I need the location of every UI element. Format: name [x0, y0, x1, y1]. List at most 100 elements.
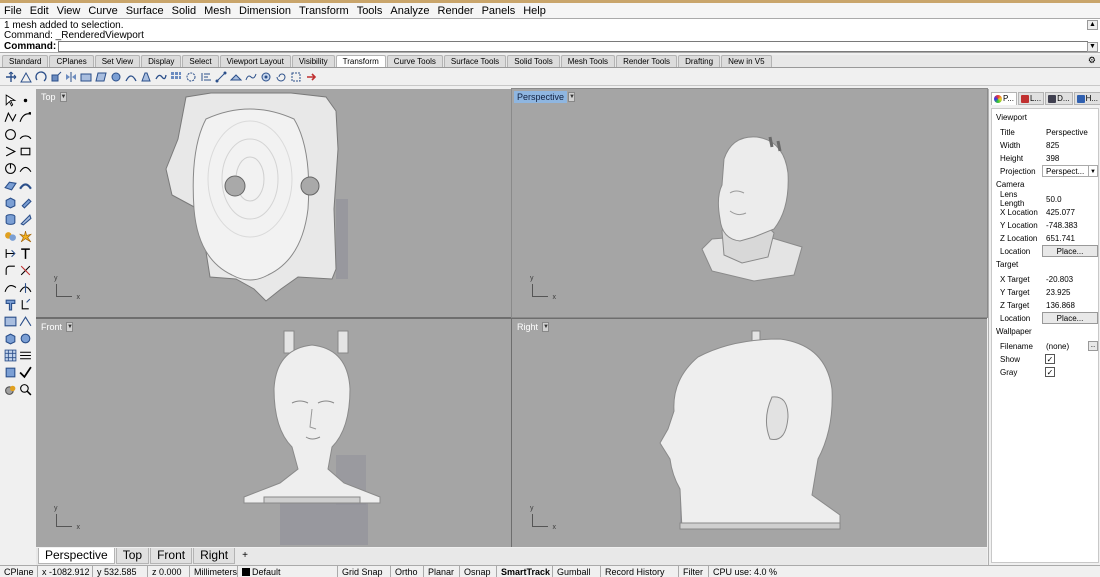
- tab-set-view[interactable]: Set View: [94, 55, 141, 67]
- soft-move-icon[interactable]: [304, 70, 317, 83]
- tab-display[interactable]: D...: [1045, 92, 1073, 105]
- bend-icon[interactable]: [124, 70, 137, 83]
- viewport-label[interactable]: Front ▼: [38, 321, 74, 333]
- field-filename[interactable]: (none): [1042, 340, 1085, 352]
- freeform-icon[interactable]: [18, 161, 32, 175]
- menu-file[interactable]: File: [4, 5, 22, 17]
- field-x-target[interactable]: -20.803: [1042, 273, 1098, 285]
- viewport-title[interactable]: Top: [38, 91, 59, 103]
- align-icon[interactable]: [199, 70, 212, 83]
- surface-icon[interactable]: [3, 178, 17, 192]
- loft-icon[interactable]: [18, 178, 32, 192]
- scroll-up-icon[interactable]: ▲: [1087, 20, 1098, 30]
- grid-icon[interactable]: [3, 348, 17, 362]
- command-input[interactable]: [58, 41, 1088, 52]
- array-icon[interactable]: [169, 70, 182, 83]
- field-z-location[interactable]: 651.741: [1042, 232, 1098, 244]
- field-height[interactable]: 398: [1042, 152, 1098, 164]
- menu-tools[interactable]: Tools: [357, 5, 383, 17]
- split-icon[interactable]: [18, 280, 32, 294]
- shear-icon[interactable]: [94, 70, 107, 83]
- browse-button[interactable]: ...: [1088, 341, 1098, 351]
- viewport-perspective[interactable]: Perspective ▼ y x: [511, 88, 988, 318]
- filter-toggle[interactable]: Filter: [679, 565, 709, 577]
- properties-icon[interactable]: [3, 365, 17, 379]
- maelstrom-icon[interactable]: [274, 70, 287, 83]
- viewport-tab-top[interactable]: Top: [115, 548, 150, 564]
- status-units[interactable]: Millimeters: [190, 565, 238, 577]
- set-points-icon[interactable]: [214, 70, 227, 83]
- check-icon[interactable]: [18, 365, 32, 379]
- tab-cplanes[interactable]: CPlanes: [49, 55, 94, 67]
- menu-view[interactable]: View: [57, 5, 81, 17]
- field-lens-length[interactable]: 50.0: [1042, 193, 1098, 205]
- viewport-tab-front[interactable]: Front: [150, 548, 193, 564]
- viewport-tab-right[interactable]: Right: [193, 548, 236, 564]
- tab-viewport-layout[interactable]: Viewport Layout: [219, 55, 291, 67]
- smarttrack-toggle[interactable]: SmartTrack: [497, 565, 553, 577]
- gray-checkbox[interactable]: ✓: [1045, 367, 1055, 377]
- chevron-down-icon[interactable]: ▼: [568, 92, 576, 102]
- rotate-icon[interactable]: [34, 70, 47, 83]
- explode-icon[interactable]: [18, 229, 32, 243]
- tab-solid-tools[interactable]: Solid Tools: [507, 55, 560, 67]
- mirror-icon[interactable]: [64, 70, 77, 83]
- ortho-toggle[interactable]: Ortho: [391, 565, 424, 577]
- polar-array-icon[interactable]: [184, 70, 197, 83]
- camera-place-button[interactable]: Place...: [1042, 245, 1098, 257]
- tab-display[interactable]: Display: [141, 55, 182, 67]
- show-checkbox[interactable]: ✓: [1045, 354, 1055, 364]
- viewport-tab-perspective[interactable]: Perspective: [38, 548, 115, 564]
- add-viewport-tab-button[interactable]: +: [236, 548, 254, 563]
- scroll-down-icon[interactable]: ▼: [1087, 42, 1098, 52]
- tab-drafting[interactable]: Drafting: [678, 55, 721, 67]
- dimension-icon[interactable]: [3, 246, 17, 260]
- material-icon[interactable]: [3, 382, 17, 396]
- rectangle-icon[interactable]: [18, 144, 32, 158]
- group-icon[interactable]: [3, 314, 17, 328]
- analyze-icon[interactable]: [18, 314, 32, 328]
- boolean-icon[interactable]: [3, 229, 17, 243]
- projection-select[interactable]: Perspect... ▼: [1042, 165, 1098, 177]
- field-y-location[interactable]: -748.383: [1042, 219, 1098, 231]
- planar-toggle[interactable]: Planar: [424, 565, 460, 577]
- cylinder-icon[interactable]: [3, 212, 17, 226]
- menu-surface[interactable]: Surface: [126, 5, 164, 17]
- taper-icon[interactable]: [139, 70, 152, 83]
- cage-edit-icon[interactable]: [289, 70, 302, 83]
- ellipse-icon[interactable]: [3, 144, 17, 158]
- orient-icon[interactable]: [79, 70, 92, 83]
- circle-icon[interactable]: [3, 127, 17, 141]
- scale-icon[interactable]: [49, 70, 62, 83]
- copy-icon[interactable]: [19, 70, 32, 83]
- field-width[interactable]: 825: [1042, 139, 1098, 151]
- chevron-down-icon[interactable]: ▼: [542, 322, 550, 332]
- viewport-title[interactable]: Perspective: [514, 91, 568, 103]
- point-icon[interactable]: [18, 93, 32, 107]
- trim-icon[interactable]: [18, 263, 32, 277]
- layer-icon[interactable]: [18, 348, 32, 362]
- status-cplane[interactable]: CPlane: [0, 565, 38, 577]
- render-icon[interactable]: [18, 331, 32, 345]
- menu-analyze[interactable]: Analyze: [390, 5, 429, 17]
- twist-icon[interactable]: [109, 70, 122, 83]
- menu-render[interactable]: Render: [438, 5, 474, 17]
- polyline-icon[interactable]: [3, 110, 17, 124]
- status-layer[interactable]: Default: [238, 565, 338, 577]
- curve-edit-icon[interactable]: [3, 280, 17, 294]
- splop-icon[interactable]: [259, 70, 272, 83]
- tab-mesh-tools[interactable]: Mesh Tools: [560, 55, 616, 67]
- gear-icon[interactable]: ⚙: [1088, 55, 1096, 66]
- record-history-toggle[interactable]: Record History: [601, 565, 679, 577]
- tab-surface-tools[interactable]: Surface Tools: [443, 55, 507, 67]
- join-icon[interactable]: [18, 297, 32, 311]
- tab-layers[interactable]: L...: [1017, 92, 1045, 105]
- tab-curve-tools[interactable]: Curve Tools: [386, 55, 443, 67]
- smooth-icon[interactable]: [244, 70, 257, 83]
- extrude-icon[interactable]: [18, 195, 32, 209]
- viewport-label[interactable]: Right ▼: [514, 321, 550, 333]
- select-pointer-icon[interactable]: [3, 93, 17, 107]
- tab-help[interactable]: H...: [1073, 92, 1100, 105]
- tab-transform[interactable]: Transform: [335, 55, 386, 67]
- menu-dimension[interactable]: Dimension: [239, 5, 291, 17]
